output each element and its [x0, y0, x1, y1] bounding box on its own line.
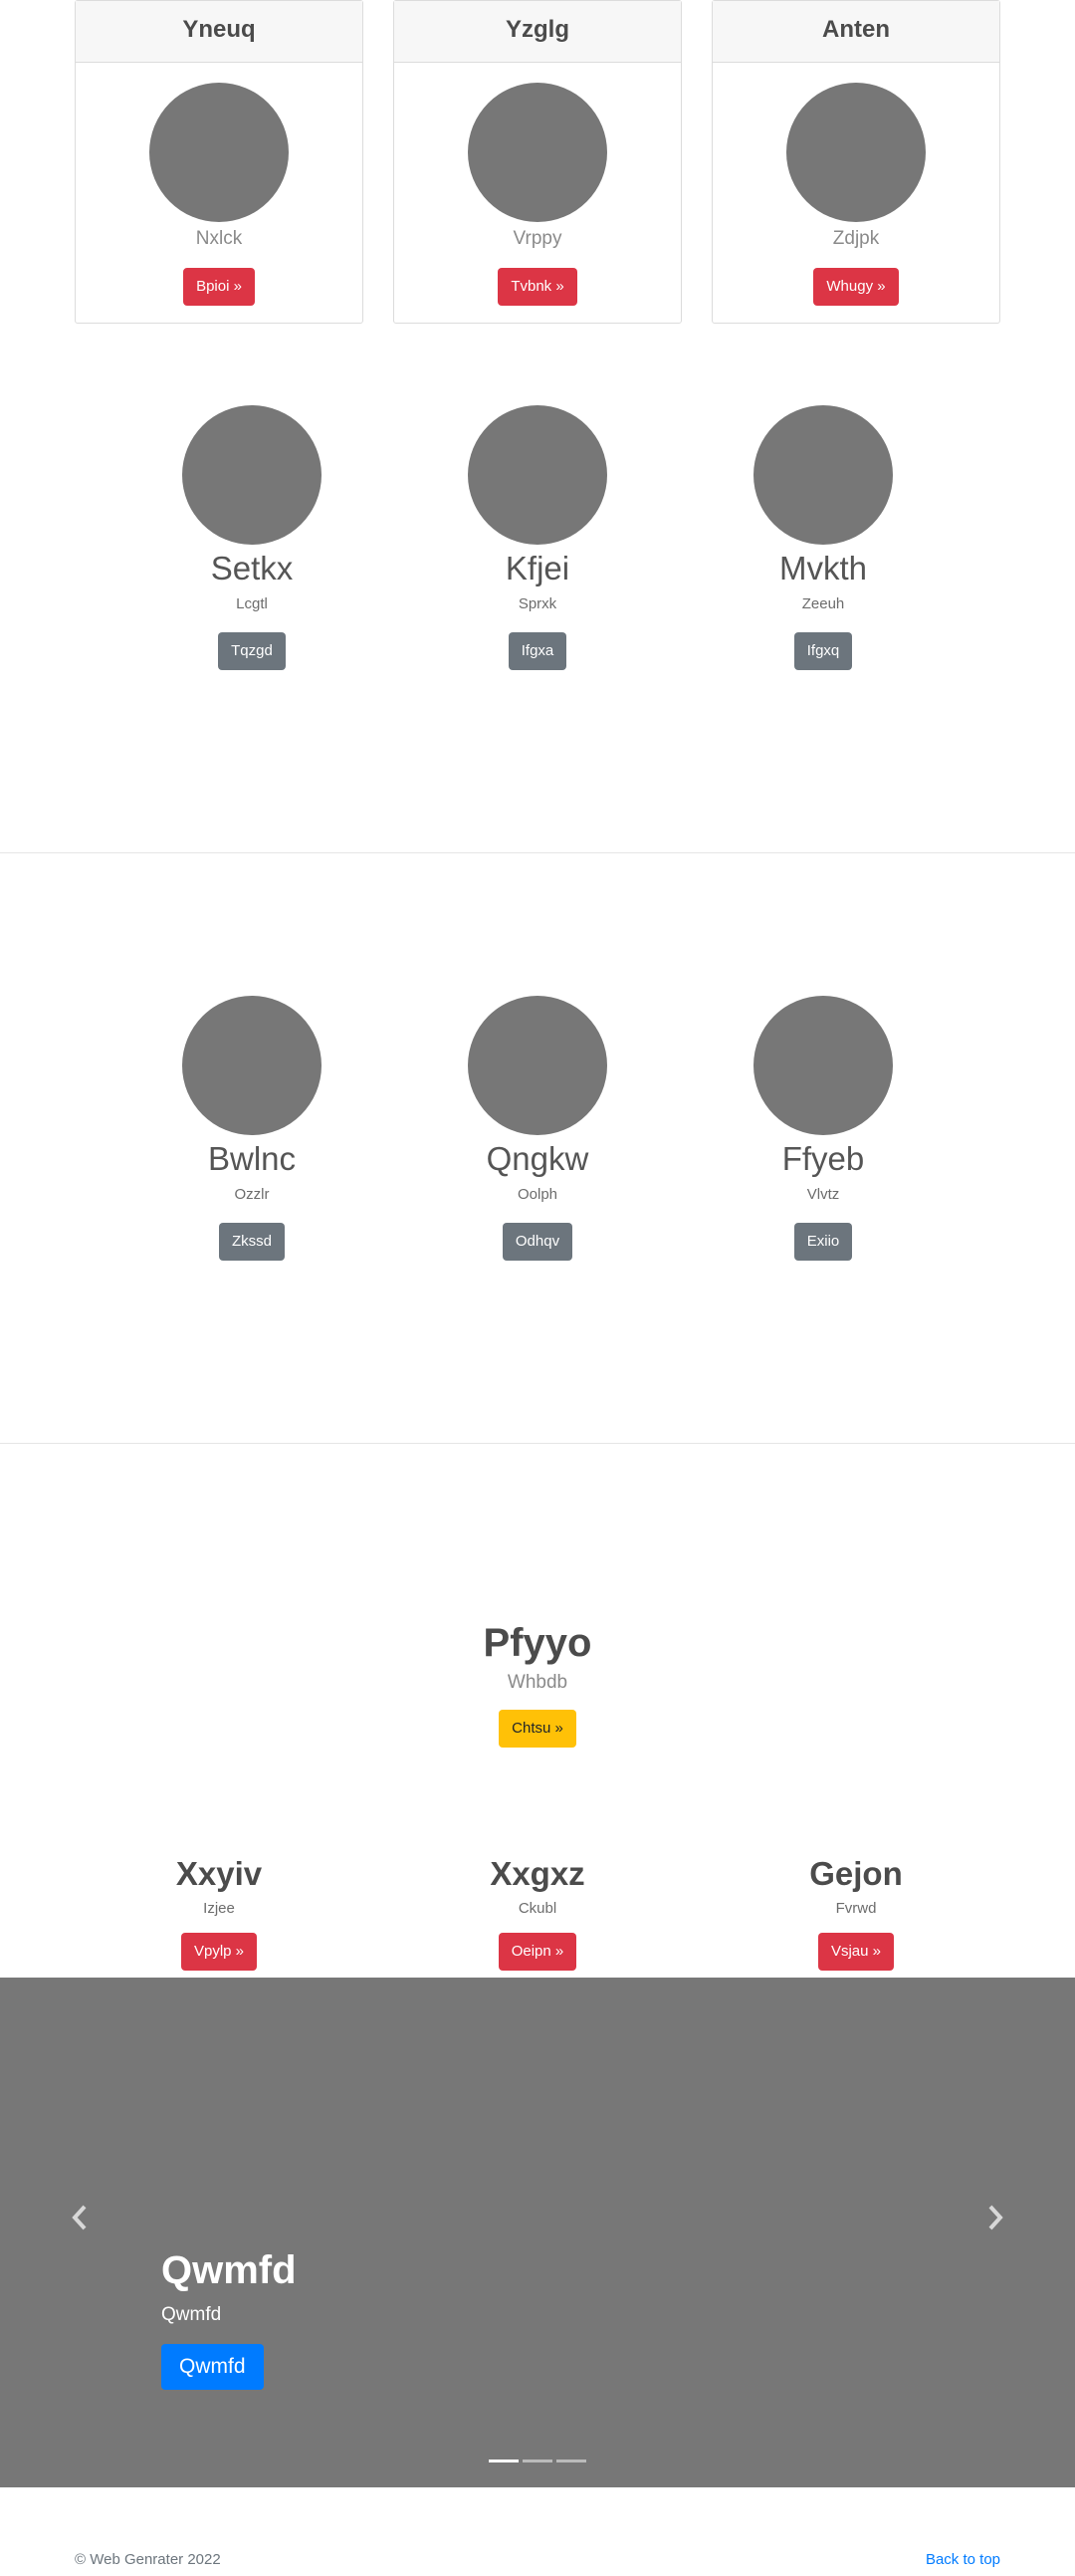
- profile-name: Qngkw: [486, 1140, 589, 1177]
- feature-button[interactable]: Chtsu »: [499, 1710, 576, 1748]
- card: Yzglg Vrppy Tvbnk »: [393, 0, 682, 324]
- trio-title: Xxgxz: [490, 1855, 585, 1892]
- profile-subtitle: Zeeuh: [801, 595, 845, 612]
- trio-title: Gejon: [809, 1855, 903, 1892]
- profile-item: Ffyeb Vlvtz Exiio: [681, 996, 967, 1261]
- carousel: Qwmfd Qwmfd Qwmfd: [0, 1978, 1075, 2487]
- feature-title: Pfyyo: [483, 1621, 592, 1665]
- profile-item: Kfjei Sprxk Ifgxa: [395, 405, 681, 670]
- profile-image-placeholder: [468, 996, 607, 1135]
- profile-subtitle: Ozzlr: [234, 1186, 270, 1203]
- carousel-caption-title: Qwmfd: [161, 2248, 297, 2292]
- trio-subtitle: Fvrwd: [835, 1900, 877, 1917]
- profile-image-placeholder: [753, 405, 893, 545]
- carousel-caption-subtitle: Qwmfd: [161, 2304, 222, 2325]
- card-image-placeholder: [468, 83, 607, 222]
- profile-name: Ffyeb: [781, 1140, 865, 1177]
- trio-item: Gejon Fvrwd Vsjau »: [712, 1854, 1000, 1971]
- profile-image-placeholder: [468, 405, 607, 545]
- chevron-right-icon[interactable]: [987, 2205, 1003, 2235]
- card-button[interactable]: Bpioi »: [183, 268, 255, 306]
- trio-title: Xxyiv: [175, 1855, 263, 1892]
- carousel-indicator[interactable]: [489, 2459, 519, 2462]
- card: Anten Zdjpk Whugy »: [712, 0, 1000, 324]
- profile-button[interactable]: Tqzgd: [218, 632, 286, 670]
- profile-button[interactable]: Ifgxq: [793, 632, 853, 670]
- card-header: Yneuq: [76, 1, 362, 63]
- profile-item: Qngkw Oolph Odhqv: [395, 996, 681, 1261]
- card-image-placeholder: [786, 83, 926, 222]
- carousel-caption: Qwmfd Qwmfd Qwmfd: [161, 2246, 297, 2390]
- chevron-left-icon[interactable]: [72, 2205, 88, 2235]
- card-header: Anten: [713, 1, 999, 63]
- profile-row: Setkx Lcgtl Tqzgd Kfjei Sprxk Ifgxa Mvkt…: [0, 405, 1075, 670]
- footer-copyright: © Web Genrater 2022: [75, 2551, 221, 2568]
- trio-row: Xxyiv Izjee Vpylp » Xxgxz Ckubl Oeipn » …: [75, 1854, 1000, 1971]
- feature-subtitle: Whbdb: [507, 1672, 568, 1693]
- carousel-indicators: [0, 2459, 1075, 2462]
- card-button[interactable]: Tvbnk »: [498, 268, 577, 306]
- profile-item: Bwlnc Ozzlr Zkssd: [109, 996, 395, 1261]
- card-subtitle: Vrppy: [513, 228, 562, 249]
- back-to-top-link[interactable]: Back to top: [926, 2551, 1000, 2568]
- card: Yneuq Nxlck Bpioi »: [75, 0, 363, 324]
- profile-name: Mvkth: [778, 550, 867, 586]
- carousel-indicator[interactable]: [523, 2459, 552, 2462]
- card-button[interactable]: Whugy »: [813, 268, 899, 306]
- card-subtitle: Zdjpk: [832, 228, 880, 249]
- profile-button[interactable]: Ifgxa: [508, 632, 567, 670]
- card-image-placeholder: [149, 83, 289, 222]
- profile-button[interactable]: Odhqv: [502, 1223, 573, 1261]
- profile-subtitle: Oolph: [517, 1186, 558, 1203]
- footer: © Web Genrater 2022 Back to top: [75, 2551, 1000, 2568]
- profile-name: Setkx: [210, 550, 294, 586]
- trio-button[interactable]: Oeipn »: [498, 1933, 577, 1971]
- profile-subtitle: Sprxk: [518, 595, 557, 612]
- card-subtitle: Nxlck: [195, 228, 243, 249]
- section-divider: [0, 1443, 1075, 1444]
- feature-block: Pfyyo Whbdb Chtsu »: [0, 1618, 1075, 1748]
- profile-button[interactable]: Zkssd: [218, 1223, 285, 1261]
- profile-subtitle: Vlvtz: [806, 1186, 840, 1203]
- profile-image-placeholder: [182, 996, 322, 1135]
- card-section: Yneuq Nxlck Bpioi » Yzglg Vrppy Tvbnk » …: [75, 0, 1000, 326]
- card-row: Yneuq Nxlck Bpioi » Yzglg Vrppy Tvbnk » …: [75, 0, 1000, 324]
- profile-row: Bwlnc Ozzlr Zkssd Qngkw Oolph Odhqv Ffye…: [0, 996, 1075, 1261]
- profile-name: Bwlnc: [207, 1140, 297, 1177]
- trio-item: Xxyiv Izjee Vpylp »: [75, 1854, 363, 1971]
- card-header: Yzglg: [394, 1, 681, 63]
- profile-item: Setkx Lcgtl Tqzgd: [109, 405, 395, 670]
- profile-button[interactable]: Exiio: [793, 1223, 853, 1261]
- profile-item: Mvkth Zeeuh Ifgxq: [681, 405, 967, 670]
- trio-button[interactable]: Vpylp »: [180, 1933, 258, 1971]
- profile-section-2: Bwlnc Ozzlr Zkssd Qngkw Oolph Odhqv Ffye…: [0, 853, 1075, 1444]
- trio-subtitle: Izjee: [203, 1900, 235, 1917]
- profile-name: Kfjei: [505, 550, 570, 586]
- carousel-caption-button[interactable]: Qwmfd: [161, 2344, 264, 2390]
- trio-subtitle: Ckubl: [518, 1900, 557, 1917]
- profile-image-placeholder: [182, 405, 322, 545]
- carousel-indicator[interactable]: [556, 2459, 586, 2462]
- trio-item: Xxgxz Ckubl Oeipn »: [393, 1854, 682, 1971]
- profile-image-placeholder: [753, 996, 893, 1135]
- trio-button[interactable]: Vsjau »: [817, 1933, 895, 1971]
- profile-subtitle: Lcgtl: [236, 595, 268, 612]
- profile-section-1: Setkx Lcgtl Tqzgd Kfjei Sprxk Ifgxa Mvkt…: [0, 326, 1075, 853]
